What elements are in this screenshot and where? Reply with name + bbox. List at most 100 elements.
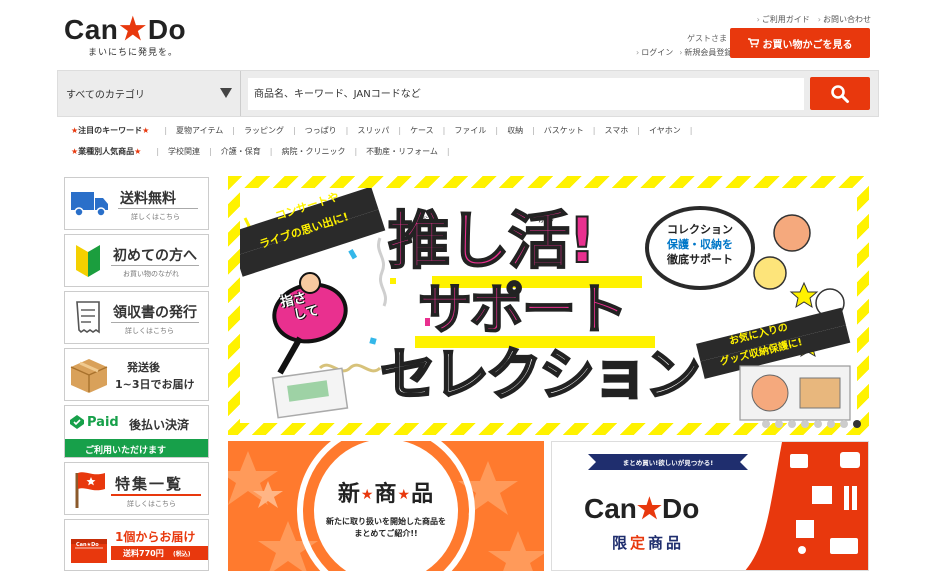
bubble-text: コレクション 保護・収納を 徹底サポート bbox=[667, 223, 733, 266]
register-link[interactable]: 新規会員登録 bbox=[679, 47, 732, 58]
page: Can ★ Do まいにちに発見を。 ご利用ガイド お問い合わせ ゲストさま ロ… bbox=[0, 0, 945, 571]
keyword-row-industry: ★業種別人気商品★ | 学校関連 | 介護・保育 | 病院・クリニック | 不動産・リフ… bbox=[71, 146, 450, 157]
badge-illustration bbox=[753, 256, 787, 290]
search-button[interactable] bbox=[810, 77, 870, 110]
box-icon bbox=[70, 359, 108, 393]
paid-logo-icon bbox=[70, 415, 84, 429]
sidebar-first-time[interactable]: 初めての方へ お買い物のながれ bbox=[64, 234, 209, 287]
limited-products-banner[interactable]: まとめ買い!欲しいが見つかる! Can★Do 限定商品 bbox=[551, 441, 869, 571]
first-time-title: 初めての方へ bbox=[113, 248, 197, 264]
slide-dot[interactable] bbox=[840, 420, 848, 428]
keyword-row-featured: ★注目のキーワード★ | 夏物アイテム | ラッピング | つっぱり | スリッパ | ケ… bbox=[71, 125, 693, 136]
guest-label: ゲストさま bbox=[687, 34, 727, 43]
site-logo[interactable]: Can ★ Do まいにちに発見を。 bbox=[64, 14, 214, 64]
keyword-item[interactable]: 学校関連 bbox=[168, 146, 200, 157]
keyword-item[interactable]: スマホ bbox=[604, 125, 628, 136]
slide-indicators bbox=[762, 420, 861, 428]
search-icon bbox=[831, 84, 849, 103]
single-note: (税込) bbox=[173, 551, 191, 558]
category-select[interactable]: すべてのカテゴリ bbox=[58, 71, 241, 116]
shipping-title: 送料無料 bbox=[120, 191, 176, 207]
keyword-item[interactable]: 不動産・リフォーム bbox=[366, 146, 438, 157]
delivery-line1: 発送後 bbox=[127, 361, 160, 374]
limited-ribbon: まとめ買い!欲しいが見つかる! bbox=[622, 459, 714, 467]
limited-title: 限定商品 bbox=[612, 534, 685, 552]
logo-tagline: まいにちに発見を。 bbox=[88, 48, 179, 58]
card-holder-illustration bbox=[271, 367, 349, 419]
logo-star-icon: ★ bbox=[119, 13, 147, 46]
fan-illustration bbox=[272, 272, 348, 375]
logo-can: Can bbox=[64, 14, 119, 45]
receipt-title: 領収書の発行 bbox=[113, 305, 197, 321]
account-links: ログイン 新規会員登録 bbox=[636, 47, 732, 58]
limited-logo: Can★Do bbox=[584, 493, 700, 524]
paid-brand: Paid bbox=[87, 415, 119, 430]
guide-link[interactable]: ご利用ガイド bbox=[757, 14, 810, 25]
keyword-item[interactable]: イヤホン bbox=[649, 125, 681, 136]
receipt-icon bbox=[76, 301, 100, 334]
star-icon: ★ bbox=[142, 126, 150, 135]
flag-icon bbox=[75, 472, 105, 508]
cart-icon bbox=[747, 38, 759, 48]
keyword-item[interactable]: 収納 bbox=[507, 125, 523, 136]
feature-title: 特集一覧 bbox=[115, 475, 184, 493]
keyword-item[interactable]: スリッパ bbox=[357, 125, 389, 136]
sidebar-feature[interactable]: 特集一覧 詳しくはこちら bbox=[64, 462, 209, 515]
delivery-line2: 1~3日でお届け bbox=[115, 378, 195, 391]
keyword-item[interactable]: 介護・保育 bbox=[221, 146, 261, 157]
keyword-item[interactable]: ラッピング bbox=[244, 125, 284, 136]
keyword-item[interactable]: バスケット bbox=[544, 125, 584, 136]
search-input[interactable] bbox=[248, 78, 804, 110]
keyword-label: 注目のキーワード bbox=[78, 126, 143, 135]
slide-dot[interactable] bbox=[853, 420, 861, 428]
keyword-label: 業種別人気商品 bbox=[78, 147, 135, 156]
sidebar-single-item[interactable]: Can★Do 1個からお届け 送料770円 (税込) bbox=[64, 519, 209, 571]
slide-dot[interactable] bbox=[827, 420, 835, 428]
sidebar-delivery[interactable]: 発送後 1~3日でお届け bbox=[64, 348, 209, 401]
new-products-desc-1: 新たに取り扱いを開始した商品を bbox=[326, 517, 446, 526]
receipt-sub: 詳しくはこちら bbox=[125, 327, 174, 335]
triangle-down-icon bbox=[220, 88, 232, 98]
collection-binder-illustration bbox=[739, 365, 851, 421]
truck-icon bbox=[71, 192, 108, 217]
keyword-item[interactable]: ファイル bbox=[454, 125, 486, 136]
sidebar-shipping[interactable]: 送料無料 詳しくはこちら bbox=[64, 177, 209, 230]
search-bar: すべてのカテゴリ bbox=[57, 70, 879, 117]
slide-dot[interactable] bbox=[775, 420, 783, 428]
cart-button[interactable]: お買い物かごを見る bbox=[730, 28, 870, 58]
slide-dot[interactable] bbox=[788, 420, 796, 428]
box-logo: Can★Do bbox=[76, 542, 99, 548]
slide-dot[interactable] bbox=[801, 420, 809, 428]
contact-link[interactable]: お問い合わせ bbox=[818, 14, 871, 25]
slide-dot[interactable] bbox=[814, 420, 822, 428]
hero-title-2: サポート bbox=[417, 278, 629, 341]
hero-title-3: セレクション bbox=[379, 343, 703, 408]
keyword-item[interactable]: ケース bbox=[410, 125, 434, 136]
logo-do: Do bbox=[147, 14, 187, 45]
top-links: ご利用ガイド お問い合わせ bbox=[757, 14, 871, 25]
new-products-banner[interactable]: 新★商★品 新たに取り扱いを開始した商品を まとめてご紹介!! bbox=[228, 441, 544, 571]
hero-title-1: 推し活! bbox=[387, 204, 597, 277]
first-time-sub: お買い物のながれ bbox=[123, 270, 179, 278]
star-icon: ★ bbox=[134, 147, 142, 156]
keyword-item[interactable]: つっぱり bbox=[305, 125, 337, 136]
category-value: すべてのカテゴリ bbox=[66, 90, 145, 101]
paid-sub: ご利用いただけます bbox=[85, 446, 167, 456]
single-sub: 送料770円 bbox=[123, 549, 164, 558]
single-title: 1個からお届け bbox=[115, 530, 196, 544]
paid-title: 後払い決済 bbox=[129, 418, 190, 432]
badge-illustration bbox=[773, 214, 811, 252]
login-link[interactable]: ログイン bbox=[636, 47, 673, 58]
new-products-desc-2: まとめてご紹介!! bbox=[354, 529, 418, 538]
cart-label: お買い物かごを見る bbox=[762, 39, 853, 51]
slide-dot[interactable] bbox=[762, 420, 770, 428]
keyword-item[interactable]: 病院・クリニック bbox=[281, 146, 345, 157]
beginner-mark-icon bbox=[76, 245, 100, 277]
sidebar-paid[interactable]: Paid 後払い決済 ご利用いただけます bbox=[64, 405, 209, 458]
new-products-title: 新★商★品 bbox=[337, 482, 435, 507]
hero-banner[interactable]: コンサートや ライブの思い出に! 指さ して お かつ 推し活! サポート セレ… bbox=[228, 176, 869, 435]
shipping-sub: 詳しくはこちら bbox=[131, 213, 180, 221]
feature-sub: 詳しくはこちら bbox=[127, 500, 176, 508]
keyword-item[interactable]: 夏物アイテム bbox=[176, 125, 223, 136]
sidebar-receipt[interactable]: 領収書の発行 詳しくはこちら bbox=[64, 291, 209, 344]
